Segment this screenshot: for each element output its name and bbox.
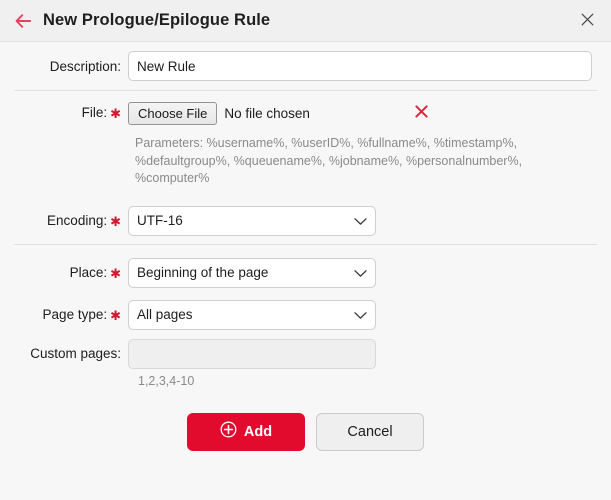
custom-pages-row: Custom pages: — [0, 335, 611, 373]
custom-pages-label: Custom pages: — [30, 346, 121, 361]
add-button[interactable]: Add — [187, 412, 305, 451]
page-type-label: Page type: ✱ — [14, 307, 128, 323]
place-select[interactable]: Beginning of the page — [128, 257, 376, 288]
plus-circle-icon — [220, 421, 237, 442]
file-label: File: ✱ — [14, 105, 128, 121]
place-select-value[interactable]: Beginning of the page — [128, 257, 376, 288]
close-icon — [581, 13, 594, 29]
required-asterisk: ✱ — [110, 307, 121, 323]
required-asterisk: ✱ — [110, 265, 121, 281]
file-parameters-hint: Parameters: %username%, %userID%, %fulln… — [135, 136, 523, 185]
page-type-row: Page type: ✱ All pages — [0, 295, 611, 335]
encoding-select[interactable]: UTF-16 — [128, 205, 376, 236]
file-label-text: File: — [81, 105, 108, 120]
page-type-label-text: Page type: — [42, 306, 108, 322]
page-title: New Prologue/Epilogue Rule — [43, 11, 271, 29]
file-row: File: ✱ Choose File No file chosen — [0, 91, 611, 135]
close-button[interactable] — [573, 7, 601, 35]
place-label: Place: ✱ — [14, 265, 128, 281]
description-row: Description: — [0, 42, 611, 90]
required-asterisk: ✱ — [110, 106, 121, 121]
custom-pages-input[interactable] — [128, 338, 376, 369]
encoding-label-text: Encoding: — [47, 212, 108, 228]
close-icon — [415, 105, 428, 118]
dialog-body: Description: File:✱ Choose File No file … — [0, 42, 611, 451]
back-button[interactable] — [8, 6, 38, 36]
page-type-select-value[interactable]: All pages — [128, 299, 376, 330]
description-input[interactable] — [128, 51, 592, 81]
encoding-select-value[interactable]: UTF-16 — [128, 205, 376, 236]
dialog-header: New Prologue/Epilogue Rule — [0, 0, 611, 42]
encoding-label: Encoding: ✱ — [14, 213, 128, 229]
page-type-select[interactable]: All pages — [128, 299, 376, 330]
choose-file-button[interactable]: Choose File — [128, 101, 218, 125]
add-button-label: Add — [243, 423, 273, 440]
place-label-text: Place: — [69, 264, 108, 280]
encoding-row: Encoding: ✱ UTF-16 — [0, 198, 611, 244]
file-status-text: No file chosen — [224, 105, 310, 121]
required-asterisk: ✱ — [110, 213, 121, 229]
custom-pages-hint: 1,2,3,4-10 — [138, 373, 195, 388]
delete-file-button[interactable] — [415, 105, 428, 121]
arrow-left-icon — [15, 13, 32, 28]
place-row: Place: ✱ Beginning of the page — [0, 251, 611, 295]
dialog-footer: Add Cancel — [0, 412, 611, 451]
description-label: Description: — [49, 58, 121, 74]
cancel-button[interactable]: Cancel — [316, 412, 424, 451]
section-divider — [14, 243, 597, 245]
